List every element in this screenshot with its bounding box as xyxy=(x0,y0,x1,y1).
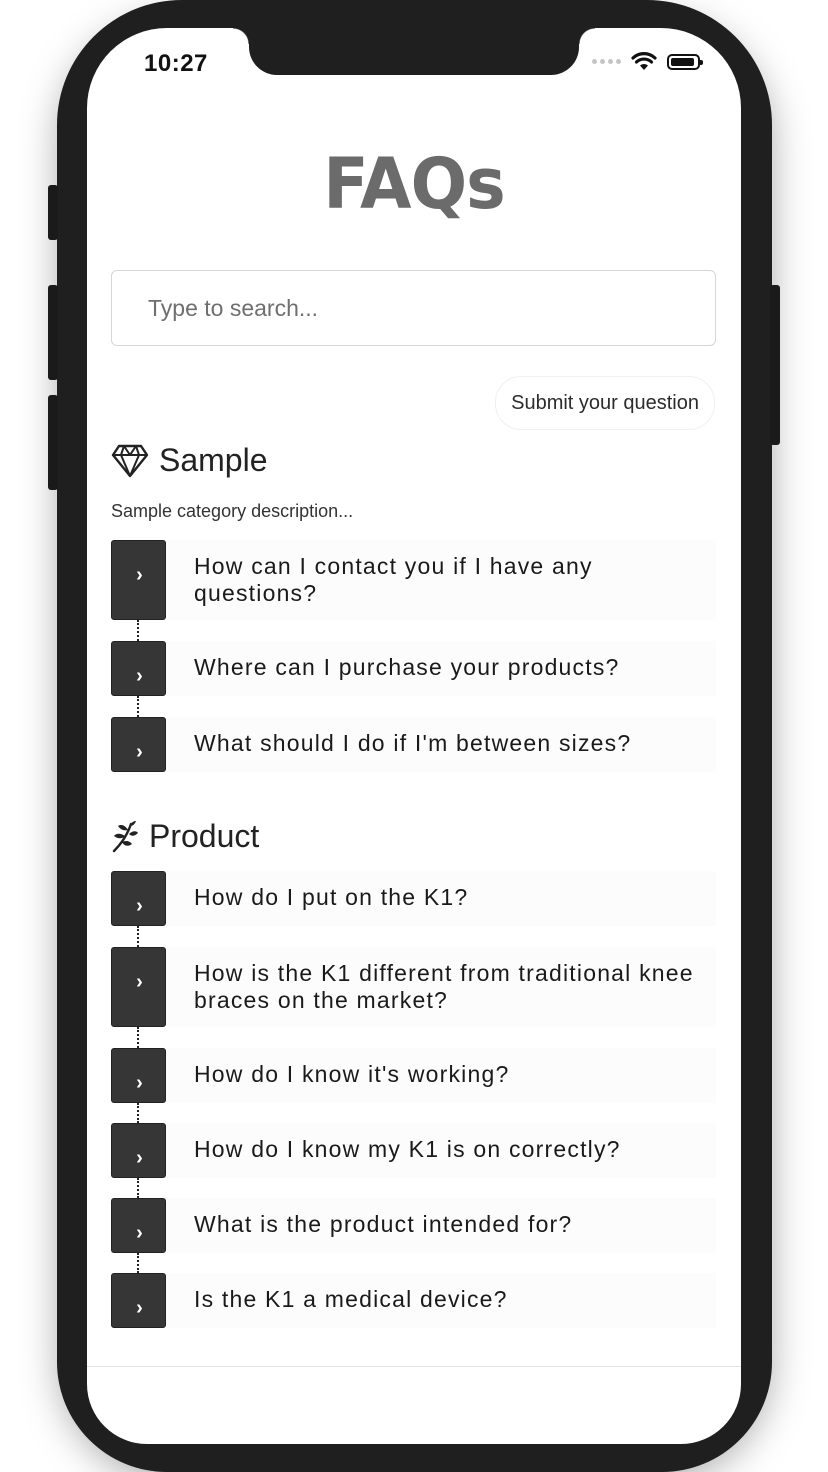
faq-toggle[interactable]: › xyxy=(111,540,166,620)
chevron-right-icon: › xyxy=(136,971,143,993)
faq-item[interactable]: › What is the product intended for? xyxy=(111,1198,716,1253)
chevron-right-icon: › xyxy=(136,1072,143,1094)
chevron-right-icon: › xyxy=(136,895,143,917)
faq-toggle[interactable]: › xyxy=(111,1048,166,1103)
notch xyxy=(233,28,595,75)
diamond-icon xyxy=(111,444,149,477)
faq-item[interactable]: › What should I do if I'm between sizes? xyxy=(111,717,716,772)
mute-switch xyxy=(48,185,58,240)
faq-question: How do I know it's working? xyxy=(194,1061,510,1087)
category-title: Sample xyxy=(159,442,268,478)
category-header-product: Product xyxy=(111,818,259,855)
faq-toggle[interactable]: › xyxy=(111,1123,166,1178)
chevron-right-icon: › xyxy=(136,1297,143,1319)
connector-line xyxy=(137,696,139,717)
leaf-icon xyxy=(112,820,138,852)
chevron-right-icon: › xyxy=(136,665,143,687)
chevron-right-icon: › xyxy=(136,1222,143,1244)
connector-line xyxy=(137,620,139,641)
page-title: FAQs xyxy=(323,143,506,225)
faq-item[interactable]: › How do I know it's working? xyxy=(111,1048,716,1103)
faq-item[interactable]: › How do I put on the K1? xyxy=(111,871,716,926)
chevron-right-icon: › xyxy=(136,1147,143,1169)
connector-line xyxy=(137,926,139,947)
status-time: 10:27 xyxy=(144,50,208,77)
faq-item[interactable]: › Where can I purchase your products? xyxy=(111,641,716,696)
faq-question: Where can I purchase your products? xyxy=(194,654,620,680)
signal-icon xyxy=(592,59,621,64)
faq-item[interactable]: › Is the K1 a medical device? xyxy=(111,1273,716,1328)
faq-question: How can I contact you if I have any ques… xyxy=(194,553,593,606)
submit-question-button[interactable]: Submit your question xyxy=(495,376,715,430)
search-input[interactable] xyxy=(111,270,716,346)
faq-toggle[interactable]: › xyxy=(111,641,166,696)
chevron-right-icon: › xyxy=(136,564,143,586)
faq-question: How is the K1 different from traditional… xyxy=(194,960,694,1013)
faq-question: How do I put on the K1? xyxy=(194,884,469,910)
faq-toggle[interactable]: › xyxy=(111,717,166,772)
faq-question: Is the K1 a medical device? xyxy=(194,1286,508,1312)
faq-toggle[interactable]: › xyxy=(111,1273,166,1328)
faq-toggle[interactable]: › xyxy=(111,1198,166,1253)
category-title: Product xyxy=(149,818,260,854)
battery-icon xyxy=(667,53,703,70)
faq-toggle[interactable]: › xyxy=(111,947,166,1027)
category-header-sample: Sample xyxy=(111,442,268,479)
faq-question: What is the product intended for? xyxy=(194,1211,573,1237)
wifi-icon xyxy=(631,52,657,70)
faq-question: What should I do if I'm between sizes? xyxy=(194,730,632,756)
volume-up-button xyxy=(48,285,58,380)
chevron-right-icon: › xyxy=(136,741,143,763)
screen: 10:27 FAQs Submit your question Sample S… xyxy=(87,28,741,1444)
faq-toggle[interactable]: › xyxy=(111,871,166,926)
faq-item[interactable]: › How do I know my K1 is on correctly? xyxy=(111,1123,716,1178)
volume-down-button xyxy=(48,395,58,490)
divider xyxy=(87,1366,741,1367)
connector-line xyxy=(137,1103,139,1123)
category-description: Sample category description... xyxy=(111,501,354,521)
faq-item[interactable]: › How is the K1 different from tradition… xyxy=(111,947,716,1027)
connector-line xyxy=(137,1178,139,1198)
status-icons xyxy=(592,52,703,71)
connector-line xyxy=(137,1027,139,1048)
faq-question: How do I know my K1 is on correctly? xyxy=(194,1136,621,1162)
connector-line xyxy=(137,1253,139,1273)
faq-item[interactable]: › How can I contact you if I have any qu… xyxy=(111,540,716,620)
power-button xyxy=(770,285,780,445)
